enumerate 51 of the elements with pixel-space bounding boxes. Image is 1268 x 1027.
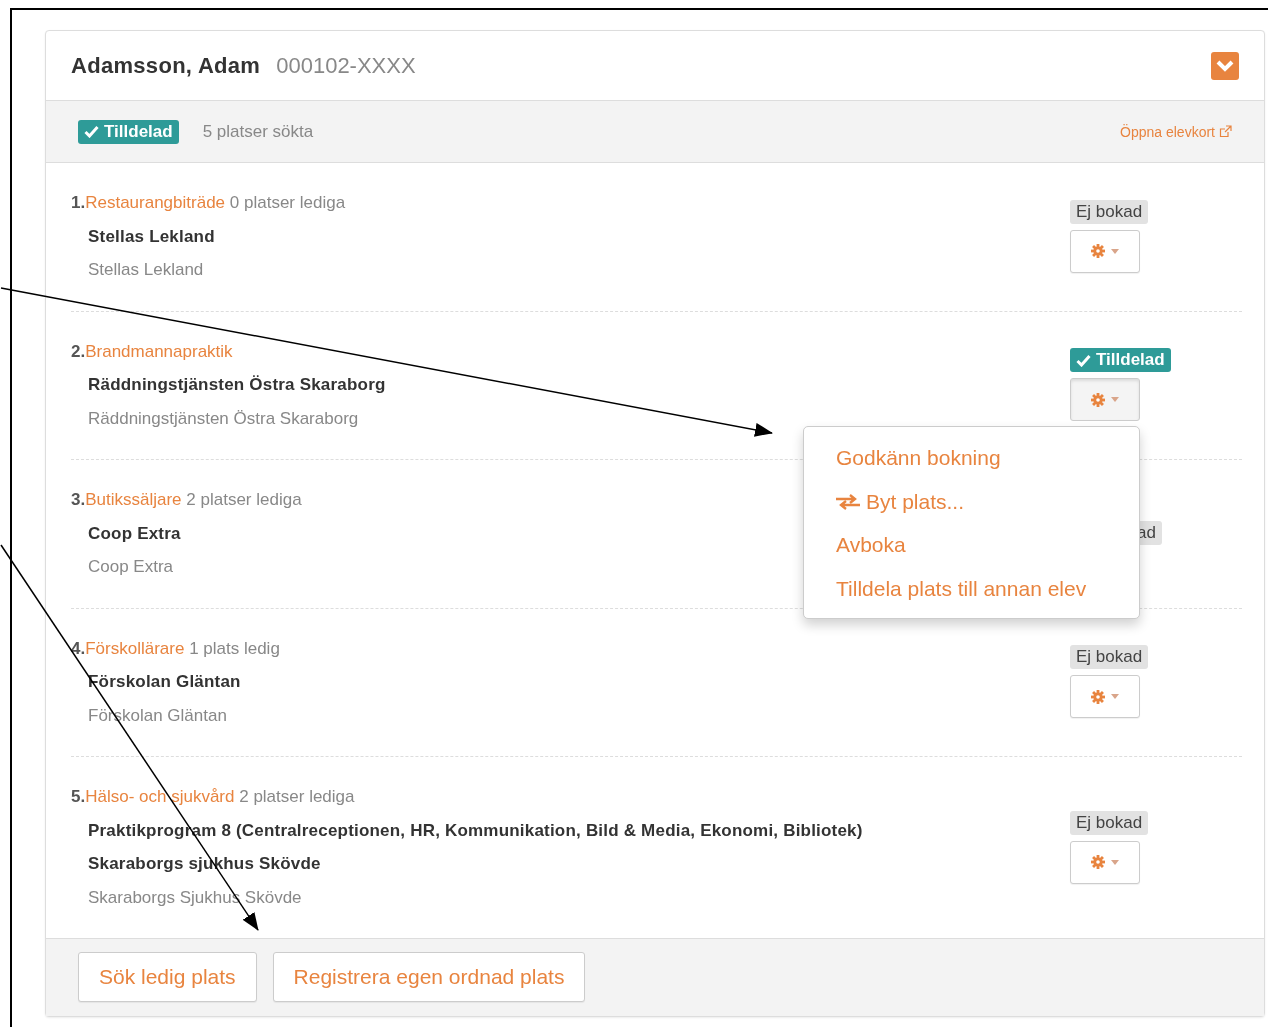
availability-text: 1 plats ledig: [189, 638, 280, 658]
open-student-card-link[interactable]: Öppna elevkort: [1120, 123, 1232, 140]
check-icon: [84, 125, 99, 138]
action-button[interactable]: Registrera egen ordnad plats: [272, 952, 586, 1002]
workplace-name: Räddningstjänsten Östra Skaraborg: [87, 375, 386, 394]
settings-icon: [1091, 244, 1105, 259]
occupation-link[interactable]: Restaurangbiträde: [85, 193, 226, 212]
menu-item[interactable]: Godkänn bokning: [804, 436, 1139, 480]
status-badge: Tilldelad: [78, 119, 179, 144]
student-name: Adamsson, Adam: [71, 52, 261, 79]
workplace-address: Coop Extra: [87, 557, 174, 576]
occupation-link[interactable]: Butikssäljare: [85, 490, 182, 509]
workplace-name: Coop Extra: [87, 523, 181, 543]
swap-arrows-icon: [836, 493, 860, 510]
settings-icon: [1091, 392, 1105, 407]
external-link-icon: [1219, 125, 1232, 138]
chevron-down-icon[interactable]: [1211, 51, 1239, 80]
availability-text: 2 platser lediga: [239, 787, 355, 806]
status-badge: Ej bokad: [1070, 810, 1149, 835]
settings-icon: [1091, 689, 1105, 704]
workplace-address: Stellas Lekland: [87, 260, 204, 279]
places-searched-count: 5 platser sökta: [202, 121, 314, 142]
status-badge: Ej bokad: [1070, 199, 1149, 224]
menu-item[interactable]: Tilldela plats till annan elev: [804, 566, 1139, 611]
place-number: 5.: [71, 787, 86, 806]
settings-dropdown-button[interactable]: [1070, 840, 1140, 884]
workplace-address: Räddningstjänsten Östra Skaraborg: [87, 408, 359, 428]
occupation-link[interactable]: Hälso- och sjukvård: [85, 787, 235, 806]
place-number: 1.: [71, 193, 86, 212]
caret-icon: [1111, 248, 1119, 254]
caret-icon: [1111, 859, 1119, 865]
caret-icon: [1111, 694, 1119, 700]
workplace-name: Stellas Lekland: [87, 226, 215, 246]
status-badge: Ej bokad: [1070, 645, 1149, 670]
status-badge: Tilldelad: [1070, 348, 1171, 373]
availability-text: 2 platser lediga: [186, 490, 302, 509]
place-number: 3.: [71, 490, 86, 509]
menu-item[interactable]: Byt plats...: [804, 479, 1139, 524]
settings-icon: [1091, 855, 1105, 869]
caret-icon: [1111, 397, 1119, 403]
occupation-link[interactable]: Förskollärare: [85, 638, 185, 658]
availability-text: 0 platser lediga: [229, 193, 346, 212]
place-number: 2.: [71, 341, 86, 361]
place-number: 4.: [71, 638, 86, 658]
check-icon: [1076, 353, 1091, 367]
settings-dropdown-button[interactable]: [1070, 675, 1140, 719]
student-id: 000102-XXXX: [276, 52, 416, 79]
action-button[interactable]: Sök ledig plats: [78, 952, 257, 1002]
settings-dropdown-button[interactable]: [1070, 378, 1140, 422]
settings-dropdown-button[interactable]: [1070, 229, 1140, 273]
occupation-link[interactable]: Brandmannapraktik: [85, 341, 233, 361]
